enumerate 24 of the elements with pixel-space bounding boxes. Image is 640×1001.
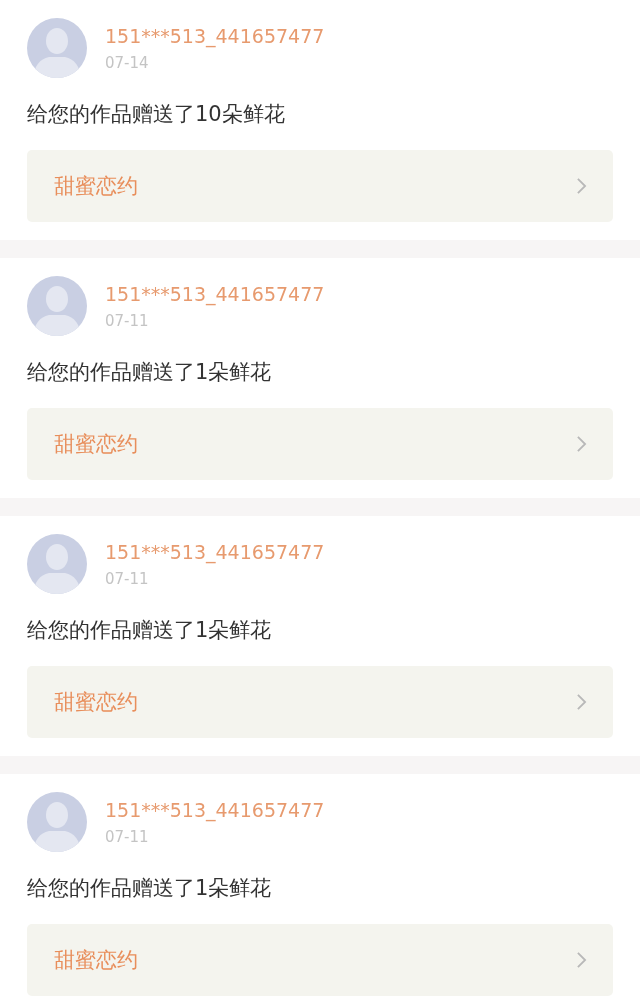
username[interactable]: 151***513_441657477 — [105, 24, 325, 48]
avatar-icon — [27, 18, 87, 78]
date: 07-11 — [105, 311, 150, 332]
work-link[interactable]: 甜蜜恋约 — [27, 150, 613, 222]
avatar-icon — [27, 792, 87, 852]
chevron-right-icon — [576, 177, 587, 195]
message: 给您的作品赠送了1朵鲜花 — [27, 617, 273, 644]
message: 给您的作品赠送了1朵鲜花 — [27, 359, 273, 386]
username[interactable]: 151***513_441657477 — [105, 798, 325, 822]
message: 给您的作品赠送了1朵鲜花 — [27, 875, 273, 902]
date: 07-14 — [105, 53, 150, 74]
username[interactable]: 151***513_441657477 — [105, 282, 325, 306]
date: 07-11 — [105, 827, 150, 848]
message: 给您的作品赠送了10朵鲜花 — [27, 101, 286, 128]
chevron-right-icon — [576, 693, 587, 711]
avatar-icon — [27, 276, 87, 336]
chevron-right-icon — [576, 435, 587, 453]
avatar-icon — [27, 534, 87, 594]
work-link[interactable]: 甜蜜恋约 — [27, 924, 613, 996]
work-link[interactable]: 甜蜜恋约 — [27, 666, 613, 738]
work-link[interactable]: 甜蜜恋约 — [27, 408, 613, 480]
username[interactable]: 151***513_441657477 — [105, 540, 325, 564]
date: 07-11 — [105, 569, 150, 590]
chevron-right-icon — [576, 951, 587, 969]
